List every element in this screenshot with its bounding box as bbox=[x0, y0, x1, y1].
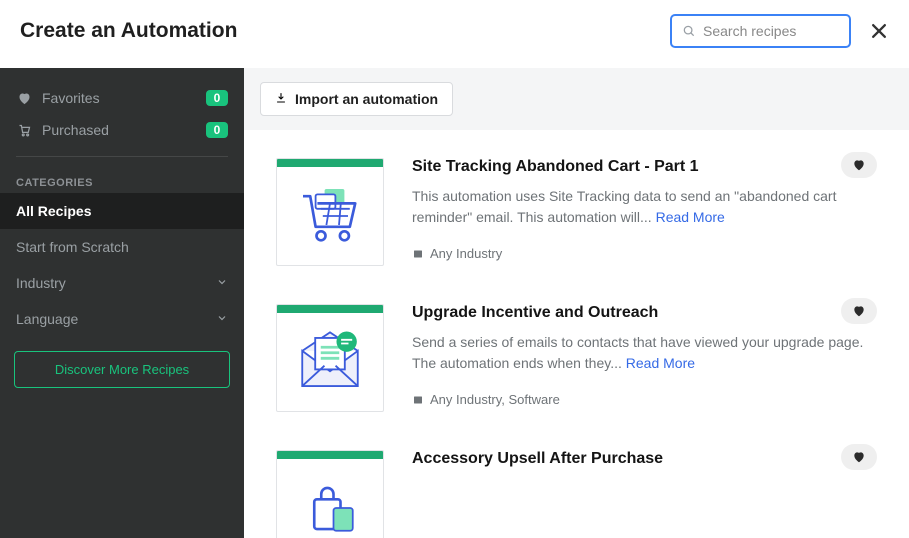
category-start-from-scratch[interactable]: Start from Scratch bbox=[0, 229, 244, 265]
tag-icon bbox=[412, 248, 424, 260]
search-icon bbox=[682, 24, 696, 38]
recipe-description: Send a series of emails to contacts that… bbox=[412, 332, 877, 374]
recipe-title[interactable]: Accessory Upsell After Purchase bbox=[412, 450, 877, 468]
heart-icon bbox=[852, 304, 866, 318]
shopping-cart-illustration bbox=[294, 180, 366, 252]
recipe-card: Upgrade Incentive and Outreach Send a se… bbox=[276, 294, 877, 440]
sidebar-purchased-label: Purchased bbox=[42, 122, 109, 138]
recipe-thumbnail bbox=[276, 158, 384, 266]
favorite-toggle[interactable] bbox=[841, 444, 877, 470]
sidebar-favorites[interactable]: Favorites 0 bbox=[0, 82, 244, 114]
read-more-link[interactable]: Read More bbox=[656, 209, 725, 225]
sidebar: Favorites 0 Purchased 0 CATEGORIES All R… bbox=[0, 68, 244, 538]
category-industry[interactable]: Industry bbox=[0, 265, 244, 301]
recipe-tags: Any Industry, Software bbox=[430, 392, 560, 407]
recipe-list: Site Tracking Abandoned Cart - Part 1 Th… bbox=[244, 130, 909, 538]
heart-icon bbox=[852, 158, 866, 172]
chevron-down-icon bbox=[216, 311, 228, 327]
import-label: Import an automation bbox=[295, 91, 438, 107]
recipe-card: Site Tracking Abandoned Cart - Part 1 Th… bbox=[276, 148, 877, 294]
discover-more-button[interactable]: Discover More Recipes bbox=[14, 351, 230, 388]
recipe-tags: Any Industry bbox=[430, 246, 502, 261]
download-icon bbox=[275, 91, 287, 107]
category-label: All Recipes bbox=[16, 203, 91, 219]
search-input[interactable] bbox=[703, 23, 839, 39]
bag-illustration bbox=[295, 478, 365, 538]
sidebar-purchased[interactable]: Purchased 0 bbox=[0, 114, 244, 146]
favorite-toggle[interactable] bbox=[841, 298, 877, 324]
categories-heading: CATEGORIES bbox=[0, 167, 244, 193]
close-button[interactable] bbox=[869, 21, 889, 41]
sidebar-favorites-label: Favorites bbox=[42, 90, 100, 106]
search-field[interactable] bbox=[670, 14, 851, 48]
divider bbox=[16, 156, 228, 157]
recipe-title[interactable]: Upgrade Incentive and Outreach bbox=[412, 304, 877, 322]
category-label: Industry bbox=[16, 275, 66, 291]
heart-icon bbox=[852, 450, 866, 464]
modal-title: Create an Automation bbox=[20, 19, 237, 43]
category-label: Language bbox=[16, 311, 78, 327]
recipe-thumbnail bbox=[276, 304, 384, 412]
category-all-recipes[interactable]: All Recipes bbox=[0, 193, 244, 229]
recipe-description: This automation uses Site Tracking data … bbox=[412, 186, 877, 228]
read-more-link[interactable]: Read More bbox=[626, 355, 695, 371]
import-automation-button[interactable]: Import an automation bbox=[260, 82, 453, 116]
chevron-down-icon bbox=[216, 275, 228, 291]
category-label: Start from Scratch bbox=[16, 239, 129, 255]
cart-icon bbox=[16, 122, 32, 138]
heart-icon bbox=[16, 90, 32, 106]
purchased-count: 0 bbox=[206, 122, 228, 138]
recipe-thumbnail bbox=[276, 450, 384, 538]
tag-icon bbox=[412, 394, 424, 406]
recipe-card: Accessory Upsell After Purchase bbox=[276, 440, 877, 538]
favorites-count: 0 bbox=[206, 90, 228, 106]
favorite-toggle[interactable] bbox=[841, 152, 877, 178]
recipe-title[interactable]: Site Tracking Abandoned Cart - Part 1 bbox=[412, 158, 877, 176]
envelope-illustration bbox=[293, 325, 367, 399]
category-language[interactable]: Language bbox=[0, 301, 244, 337]
